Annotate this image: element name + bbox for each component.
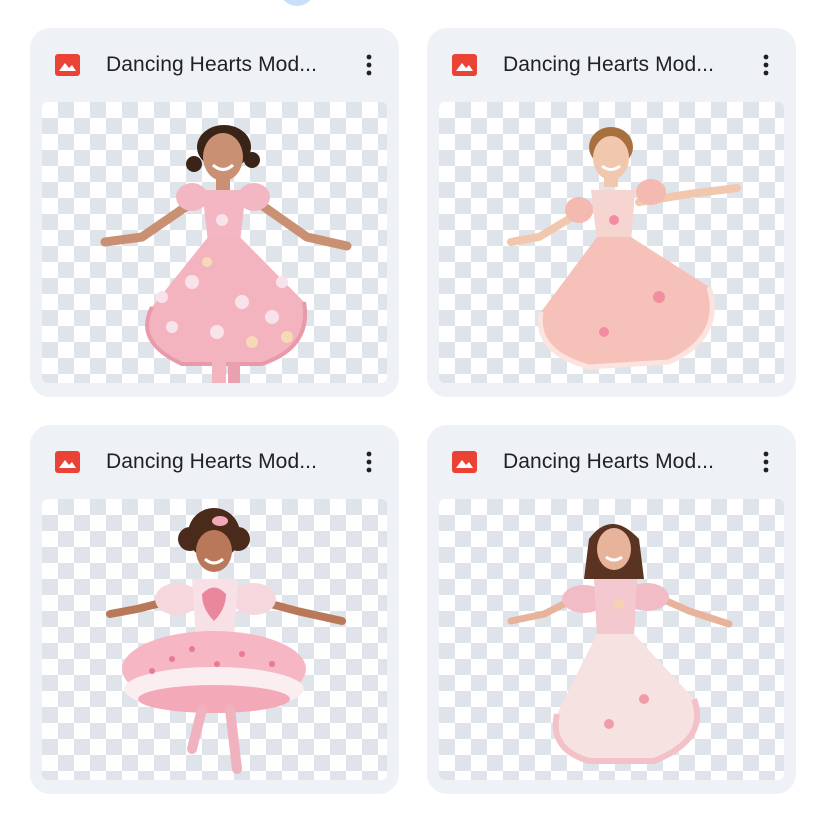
file-card-header: Dancing Hearts Mod... [30, 425, 399, 497]
more-vert-icon[interactable] [754, 447, 778, 477]
dancing-girl-heart-dress-picture [100, 125, 352, 383]
partial-avatar [279, 0, 315, 6]
file-card[interactable]: Dancing Hearts Mod... [30, 425, 399, 794]
file-card[interactable]: Dancing Hearts Mod... [30, 28, 399, 397]
file-card-header: Dancing Hearts Mod... [427, 425, 796, 497]
dancing-girl-peach-dress-picture [507, 127, 741, 370]
image-thumbnail[interactable] [42, 499, 387, 780]
dancing-girl-tutu-picture [106, 508, 346, 774]
file-title: Dancing Hearts Mod... [106, 450, 318, 473]
file-card[interactable]: Dancing Hearts Mod... [427, 425, 796, 794]
image-icon [55, 451, 80, 473]
file-title: Dancing Hearts Mod... [503, 450, 715, 473]
image-icon [55, 54, 80, 76]
more-vert-icon[interactable] [357, 447, 381, 477]
file-card[interactable]: Dancing Hearts Mod... [427, 28, 796, 397]
file-title: Dancing Hearts Mod... [503, 53, 715, 76]
dancing-girl-long-gown-picture [507, 524, 733, 764]
image-icon [452, 54, 477, 76]
file-card-header: Dancing Hearts Mod... [30, 28, 399, 100]
image-thumbnail[interactable] [439, 102, 784, 383]
image-icon [452, 451, 477, 473]
more-vert-icon[interactable] [357, 50, 381, 80]
more-vert-icon[interactable] [754, 50, 778, 80]
image-thumbnail[interactable] [439, 499, 784, 780]
file-card-header: Dancing Hearts Mod... [427, 28, 796, 100]
file-title: Dancing Hearts Mod... [106, 53, 318, 76]
image-thumbnail[interactable] [42, 102, 387, 383]
